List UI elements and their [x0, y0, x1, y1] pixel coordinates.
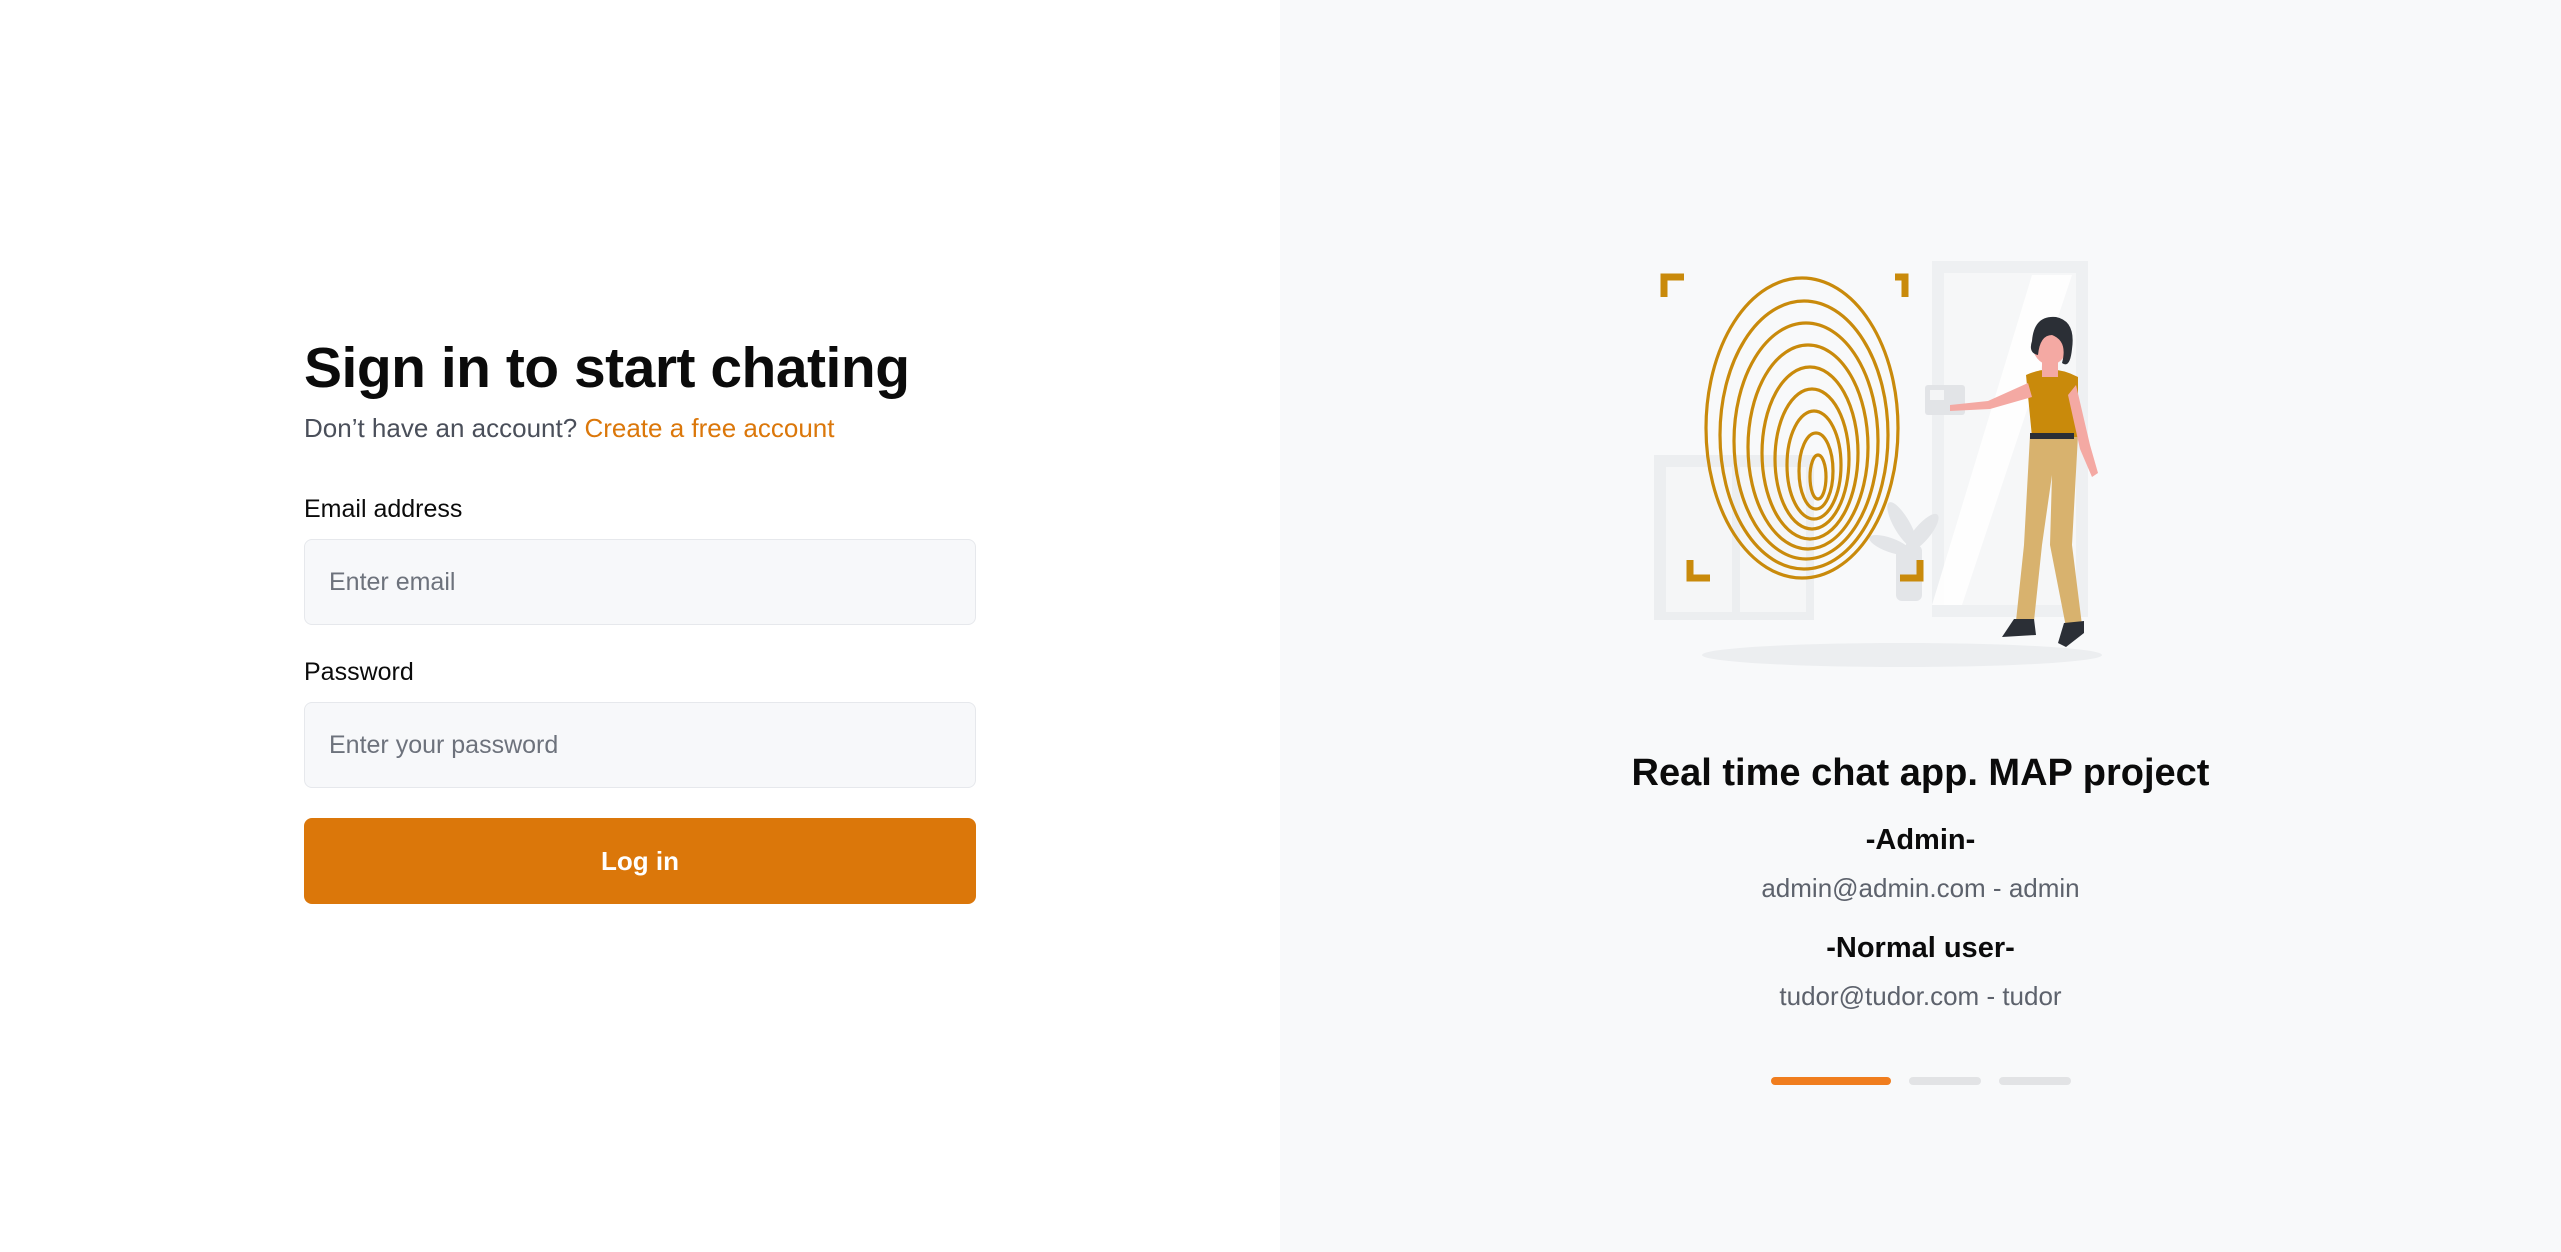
- showcase-title: Real time chat app. MAP project: [1631, 752, 2210, 794]
- page-title: Sign in to start chating: [304, 336, 910, 400]
- signup-prompt: Don’t have an account?: [304, 413, 578, 443]
- password-label: Password: [304, 658, 414, 686]
- carousel-dot-2[interactable]: [1909, 1077, 1981, 1085]
- password-field[interactable]: [304, 702, 976, 788]
- carousel-indicators: [1771, 1077, 2071, 1085]
- email-field[interactable]: [304, 539, 976, 625]
- fingerprint-illustration: [1654, 261, 2102, 667]
- login-button[interactable]: Log in: [304, 818, 976, 904]
- login-page: Sign in to start chating Don’t have an a…: [0, 0, 2561, 1252]
- user-credentials: tudor@tudor.com - tudor: [1779, 981, 2062, 1011]
- carousel-dot-3[interactable]: [1999, 1077, 2071, 1085]
- email-label: Email address: [304, 495, 463, 523]
- admin-heading: -Admin-: [1865, 824, 1976, 856]
- showcase-panel: Real time chat app. MAP project -Admin- …: [1280, 0, 2561, 1252]
- signin-form: Sign in to start chating Don’t have an a…: [304, 330, 976, 904]
- carousel-dot-1[interactable]: [1771, 1077, 1891, 1085]
- create-account-link[interactable]: Create a free account: [584, 413, 834, 443]
- signin-panel: Sign in to start chating Don’t have an a…: [0, 0, 1280, 1252]
- admin-credentials: admin@admin.com - admin: [1761, 873, 2080, 903]
- signup-prompt-line: Don’t have an account? Create a free acc…: [304, 410, 976, 446]
- user-heading: -Normal user-: [1826, 932, 2015, 964]
